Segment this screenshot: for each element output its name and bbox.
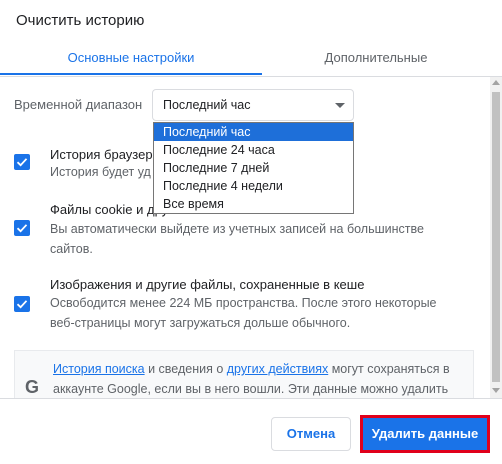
- scroll-up-arrow-icon[interactable]: [492, 80, 500, 85]
- browsing-history-title: История браузера: [50, 147, 160, 162]
- time-range-option-last-24-hours[interactable]: Последние 24 часа: [154, 141, 353, 159]
- time-range-option-last-hour[interactable]: Последний час: [154, 123, 353, 141]
- time-range-option-last-4-weeks[interactable]: Последние 4 недели: [154, 177, 353, 195]
- time-range-selected-value: Последний час: [163, 98, 251, 112]
- time-range-dropdown-list: Последний час Последние 24 часа Последни…: [153, 122, 354, 214]
- search-history-link[interactable]: История поиска: [53, 362, 145, 376]
- scrollbar-thumb[interactable]: [492, 92, 500, 382]
- active-tab-indicator: [0, 73, 262, 75]
- time-range-label: Временной диапазон: [14, 97, 143, 112]
- browsing-history-checkbox[interactable]: [14, 154, 30, 170]
- cache-title: Изображения и другие файлы, сохраненные …: [50, 277, 365, 292]
- browsing-history-desc: История будет уд: [50, 165, 151, 179]
- other-activity-link[interactable]: других действиях: [227, 362, 328, 376]
- checkmark-icon: [16, 224, 28, 233]
- info-text-part1: и сведения о: [144, 362, 227, 376]
- cookies-desc-line1: Вы автоматически выйдете из учетных запи…: [50, 222, 424, 236]
- time-range-select[interactable]: Последний час: [152, 89, 354, 121]
- info-text: История поиска и сведения о других дейст…: [53, 359, 463, 399]
- delete-button-highlight: Удалить данные: [360, 415, 490, 453]
- info-text-line2: аккаунте Google, если вы в него вошли. Э…: [53, 382, 449, 396]
- delete-data-button[interactable]: Удалить данные: [363, 418, 487, 450]
- info-text-part2: могут сохраняться в: [328, 362, 450, 376]
- time-range-option-last-7-days[interactable]: Последние 7 дней: [154, 159, 353, 177]
- dialog-title: Очистить историю: [16, 12, 145, 29]
- tab-bar: Основные настройки Дополнительные: [0, 44, 490, 76]
- chevron-down-icon: [335, 103, 345, 108]
- cookies-checkbox[interactable]: [14, 220, 30, 236]
- cache-desc-line2: веб-страницы могут загружаться дольше об…: [50, 316, 351, 330]
- cookies-desc-line2: сайтов.: [50, 242, 93, 256]
- google-g-icon: G: [25, 377, 40, 397]
- cache-checkbox[interactable]: [14, 296, 30, 312]
- cache-desc-line1: Освободится менее 224 МБ пространства. П…: [50, 296, 437, 310]
- scroll-down-arrow-icon[interactable]: [492, 388, 500, 393]
- tab-basic-settings[interactable]: Основные настройки: [0, 44, 262, 74]
- tab-advanced[interactable]: Дополнительные: [262, 44, 490, 74]
- cancel-button[interactable]: Отмена: [271, 417, 351, 451]
- checkmark-icon: [16, 300, 28, 309]
- time-range-option-all-time[interactable]: Все время: [154, 195, 353, 213]
- checkmark-icon: [16, 158, 28, 167]
